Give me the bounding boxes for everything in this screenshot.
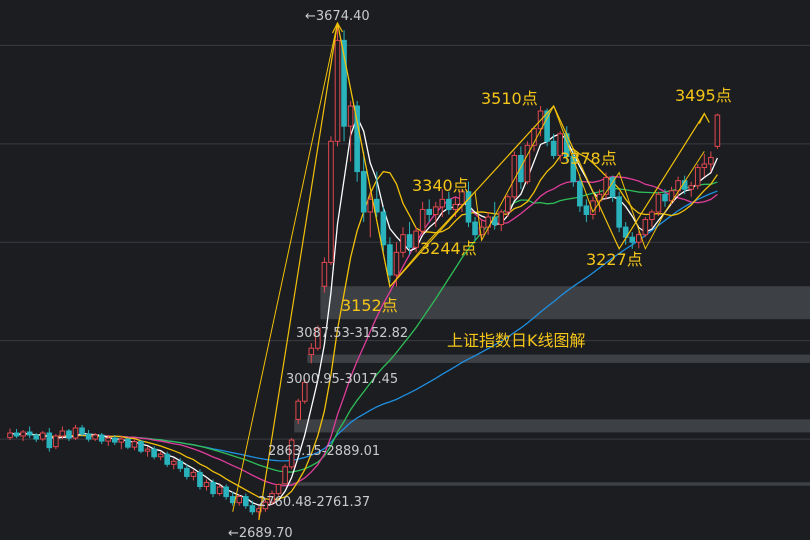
candle-body <box>387 244 393 276</box>
candle-body <box>197 471 203 488</box>
candle-body <box>439 198 446 208</box>
candle-body <box>400 234 406 253</box>
candle-body <box>98 434 105 442</box>
candle-body <box>13 432 20 437</box>
candle-body <box>419 208 426 232</box>
pivot-label: 3227点 <box>586 250 643 269</box>
candle-body <box>92 434 98 440</box>
candle-body <box>170 460 177 465</box>
candle-body <box>144 448 151 452</box>
candle-body <box>629 236 636 243</box>
high-extreme-label: ←3674.40 <box>305 9 370 24</box>
candle-body <box>367 198 374 213</box>
candle-body <box>694 167 701 187</box>
candle-body <box>210 481 216 495</box>
candle-body <box>190 471 197 477</box>
candle-body <box>249 505 256 513</box>
chart-title: 上证指数日K线图解 <box>447 331 586 350</box>
pivot-label: 3510点 <box>481 89 538 108</box>
candle-body <box>177 460 184 469</box>
candle-body <box>452 203 459 210</box>
candle-body <box>105 437 112 442</box>
candle-body <box>33 434 40 440</box>
candle-body <box>53 435 59 448</box>
pivot-label: 3340点 <box>412 176 469 195</box>
candle-body <box>7 432 13 439</box>
candle-body <box>662 193 668 202</box>
candle-body <box>20 431 26 437</box>
candle-body <box>59 430 66 437</box>
candle-body <box>426 208 432 215</box>
candle-body <box>518 154 524 183</box>
candle-body <box>66 430 72 439</box>
candle-body <box>498 211 505 226</box>
candle-body <box>229 496 236 504</box>
candle-body <box>79 427 85 435</box>
gap-zone <box>281 482 810 486</box>
candle-body <box>550 140 557 156</box>
pivot-label: 3244点 <box>420 239 477 258</box>
candle-body <box>184 467 190 477</box>
candle-body <box>616 196 622 228</box>
candle-body <box>39 432 46 440</box>
candle-body <box>85 433 92 440</box>
candle-body <box>655 193 662 213</box>
candle-body <box>472 221 478 236</box>
candle-body <box>295 400 301 420</box>
candle-body <box>505 196 511 213</box>
pivot-label: 3378点 <box>560 149 617 168</box>
candle-body <box>432 206 439 215</box>
pivot-label: 3152点 <box>341 296 398 315</box>
candle-body <box>321 261 328 287</box>
candle-body <box>131 441 138 448</box>
candle-body <box>223 486 229 498</box>
gap-zone-label: 3000.95-3017.45 <box>286 372 398 387</box>
candle-body <box>282 466 288 485</box>
candle-body <box>380 211 387 246</box>
candle-body <box>118 438 125 443</box>
low-extreme-label: ←2689.70 <box>228 526 293 540</box>
candle-body <box>236 496 243 504</box>
candle-body <box>446 198 452 210</box>
gap-zone-label: 2760.48-2761.37 <box>258 495 370 510</box>
candle-body <box>649 211 655 221</box>
gap-zone-label: 2863.15-2889.01 <box>268 444 380 459</box>
candle-body <box>243 496 249 507</box>
candle-body <box>72 427 79 439</box>
candle-body <box>125 438 131 448</box>
candle-body <box>577 181 583 207</box>
candle-body <box>308 347 315 356</box>
candle-body <box>714 114 721 147</box>
gap-zone <box>294 419 810 433</box>
gap-zone <box>307 354 810 363</box>
candle-body <box>688 185 695 190</box>
gap-zone-label: 3087.53-3152.82 <box>296 326 408 341</box>
candle-body <box>26 431 33 436</box>
pivot-label: 3495点 <box>675 86 732 105</box>
candle-body <box>360 171 367 213</box>
candle-body <box>157 453 164 458</box>
candle-body <box>216 486 223 495</box>
candle-body <box>334 39 341 142</box>
candle-body <box>406 234 413 248</box>
candle-body <box>347 105 354 127</box>
candle-body <box>164 453 170 465</box>
candle-body <box>151 448 157 458</box>
candle-body <box>642 219 649 236</box>
candle-body <box>708 156 714 165</box>
candle-body <box>203 481 210 488</box>
candle-body <box>112 437 118 443</box>
candle-body <box>701 163 708 169</box>
candle-body <box>275 483 282 495</box>
candle-body <box>46 432 53 449</box>
candle-body <box>393 251 400 276</box>
candle-body <box>413 230 419 248</box>
kline-chart: 3087.53-3152.82 3000.95-3017.45 2863.15-28… <box>0 9 810 540</box>
candle-body <box>583 205 590 215</box>
candle-body <box>138 441 144 452</box>
candle-body <box>328 140 334 263</box>
